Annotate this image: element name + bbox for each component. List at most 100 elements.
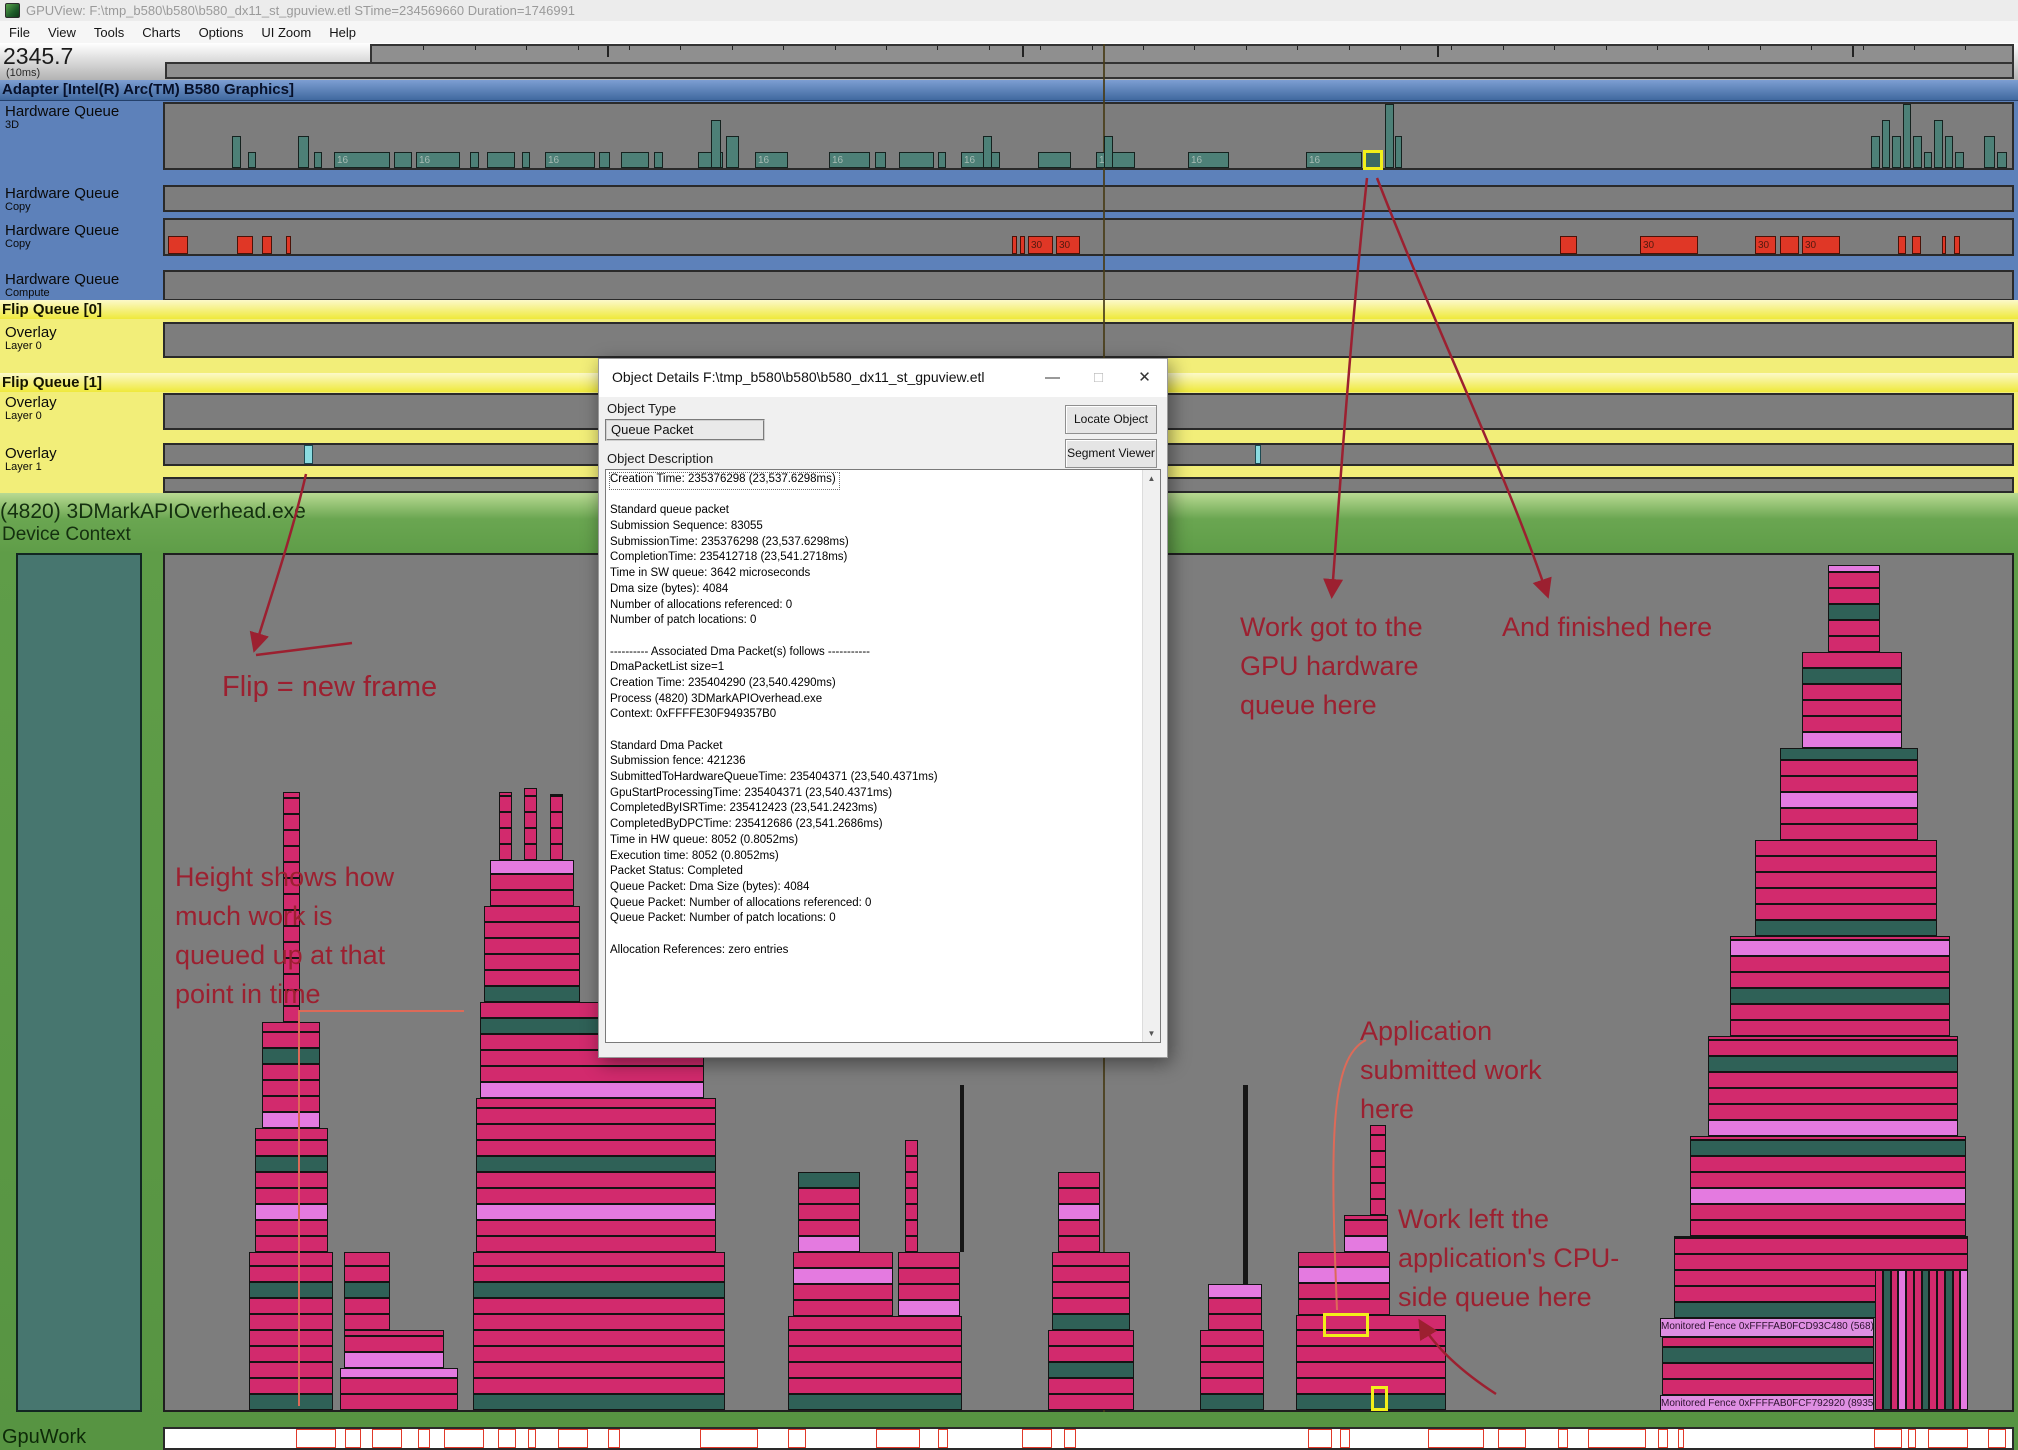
queued-work-segment[interactable] xyxy=(1662,1379,1874,1395)
queue-packet-block[interactable] xyxy=(1104,136,1113,168)
queued-work-segment[interactable] xyxy=(1730,988,1950,1004)
queued-work-segment[interactable] xyxy=(1802,684,1902,700)
monitored-fence-label[interactable]: Monitored Fence 0xFFFFAB0FCD93C480 (568) xyxy=(1660,1318,1874,1337)
queued-work-segment[interactable] xyxy=(1708,1088,1958,1104)
hw-queue-copy1-track[interactable] xyxy=(163,185,2014,212)
queued-work-segment[interactable] xyxy=(1802,668,1902,684)
queued-work-segment[interactable] xyxy=(1048,1362,1134,1378)
minimize-button[interactable]: — xyxy=(1030,359,1075,397)
queued-work-segment[interactable] xyxy=(490,874,574,890)
queued-work-segment[interactable] xyxy=(1344,1215,1388,1220)
queued-work-segment[interactable] xyxy=(1208,1314,1262,1330)
queued-work-segment[interactable] xyxy=(473,1266,725,1282)
queued-work-segment[interactable] xyxy=(550,794,563,796)
queued-work-segment[interactable] xyxy=(1052,1314,1130,1330)
gpuwork-block[interactable] xyxy=(1658,1429,1668,1448)
gpuwork-block[interactable] xyxy=(1678,1429,1684,1448)
queued-work-segment[interactable] xyxy=(344,1282,390,1298)
queued-work-segment[interactable] xyxy=(1690,1220,1966,1236)
queued-work-segment[interactable] xyxy=(1296,1330,1446,1346)
queued-work-segment[interactable] xyxy=(255,1156,328,1172)
queued-work-segment[interactable] xyxy=(283,792,300,798)
queued-work-segment[interactable] xyxy=(249,1298,333,1314)
queued-work-segment[interactable] xyxy=(1344,1220,1388,1236)
queued-work-segment[interactable] xyxy=(283,798,300,814)
queued-work-segment[interactable] xyxy=(1780,776,1918,792)
queue-packet-block[interactable] xyxy=(1395,136,1402,168)
object-description-box[interactable]: Creation Time: 235376298 (23,537.6298ms)… xyxy=(605,469,1161,1043)
queued-work-segment[interactable] xyxy=(1755,920,1937,936)
queued-work-segment[interactable] xyxy=(524,796,537,812)
queued-work-segment[interactable] xyxy=(793,1284,893,1300)
queued-work-segment[interactable] xyxy=(1802,716,1902,732)
hw-queue-compute-track[interactable] xyxy=(163,270,2014,301)
queued-work-segment[interactable] xyxy=(793,1300,893,1316)
gpuwork-block[interactable] xyxy=(444,1429,484,1448)
queued-work-segment[interactable] xyxy=(1708,1040,1958,1056)
queue-packet-block[interactable] xyxy=(1038,152,1071,168)
gpuwork-block[interactable] xyxy=(700,1429,758,1448)
queued-work-segment[interactable] xyxy=(249,1346,333,1362)
queued-work-segment[interactable] xyxy=(1674,1236,1968,1238)
copy-packet-block[interactable]: 30 xyxy=(1640,236,1698,254)
queued-work-segment[interactable] xyxy=(1052,1266,1130,1282)
queued-work-segment[interactable] xyxy=(1708,1120,1958,1136)
flip-packet-block[interactable] xyxy=(1255,445,1261,464)
queued-work-segment[interactable] xyxy=(484,922,580,938)
highlighted-packet-box[interactable] xyxy=(1323,1313,1369,1337)
gpuwork-block[interactable] xyxy=(1064,1429,1076,1448)
queued-work-segment[interactable] xyxy=(1730,972,1950,988)
menu-item-charts[interactable]: Charts xyxy=(133,23,189,42)
queue-packet-block[interactable] xyxy=(394,152,412,168)
queued-work-segment[interactable] xyxy=(788,1394,962,1410)
queued-work-segment[interactable] xyxy=(473,1378,725,1394)
queue-packet-block[interactable] xyxy=(899,152,934,168)
queued-work-segment[interactable] xyxy=(1690,1188,1966,1204)
queued-work-segment[interactable] xyxy=(1052,1282,1130,1298)
queued-work-segment[interactable] xyxy=(798,1188,860,1204)
queue-packet-block[interactable] xyxy=(1385,104,1394,168)
scroll-up-icon[interactable]: ▲ xyxy=(1143,470,1160,487)
queued-work-segment[interactable] xyxy=(1708,1104,1958,1120)
flip-packet-block[interactable] xyxy=(304,445,313,464)
queued-work-segment[interactable] xyxy=(1755,888,1937,904)
queued-work-segment[interactable] xyxy=(550,796,563,812)
queued-work-segment[interactable] xyxy=(476,1124,716,1140)
queued-work-segment[interactable] xyxy=(1674,1238,1968,1254)
queued-work-segment[interactable] xyxy=(255,1140,328,1156)
queued-work-segment[interactable] xyxy=(344,1330,444,1336)
queued-work-stripe[interactable] xyxy=(1937,1270,1945,1410)
queued-work-segment[interactable] xyxy=(550,844,563,860)
queued-work-segment[interactable] xyxy=(1298,1252,1390,1267)
queue-packet-block[interactable] xyxy=(1882,120,1890,168)
queued-work-segment[interactable] xyxy=(340,1378,458,1394)
queued-work-segment[interactable] xyxy=(255,1172,328,1188)
copy-packet-block[interactable] xyxy=(1020,236,1025,254)
monitored-fence-label[interactable]: Monitored Fence 0xFFFFAB0FCF792920 (8935… xyxy=(1660,1395,1874,1411)
queued-work-segment[interactable] xyxy=(1370,1151,1386,1167)
queued-work-segment[interactable] xyxy=(905,1220,918,1236)
queued-work-segment[interactable] xyxy=(1730,936,1950,940)
queued-work-segment[interactable] xyxy=(524,828,537,844)
queued-work-segment[interactable] xyxy=(1200,1362,1264,1378)
queued-work-segment[interactable] xyxy=(249,1378,333,1394)
queued-work-spike[interactable] xyxy=(1243,1085,1248,1284)
queue-packet-block[interactable] xyxy=(621,152,649,168)
queued-work-segment[interactable] xyxy=(1058,1188,1100,1204)
queued-work-segment[interactable] xyxy=(905,1204,918,1220)
queued-work-segment[interactable] xyxy=(1296,1346,1446,1362)
gpuwork-block[interactable] xyxy=(418,1429,430,1448)
queued-work-segment[interactable] xyxy=(499,828,512,844)
menu-item-file[interactable]: File xyxy=(0,23,39,42)
segment-viewer-button[interactable]: Segment Viewer xyxy=(1065,439,1157,468)
queued-work-segment[interactable] xyxy=(1200,1378,1264,1394)
queued-work-segment[interactable] xyxy=(1662,1363,1874,1379)
queued-work-segment[interactable] xyxy=(476,1140,716,1156)
queued-work-stripe[interactable] xyxy=(1898,1270,1906,1410)
queued-work-segment[interactable] xyxy=(1690,1156,1966,1172)
queued-work-segment[interactable] xyxy=(905,1236,918,1252)
highlighted-packet-box[interactable] xyxy=(1371,1386,1388,1411)
queued-work-segment[interactable] xyxy=(1828,636,1880,652)
gpuwork-block[interactable] xyxy=(608,1429,620,1448)
gpuwork-block[interactable] xyxy=(1340,1429,1350,1448)
